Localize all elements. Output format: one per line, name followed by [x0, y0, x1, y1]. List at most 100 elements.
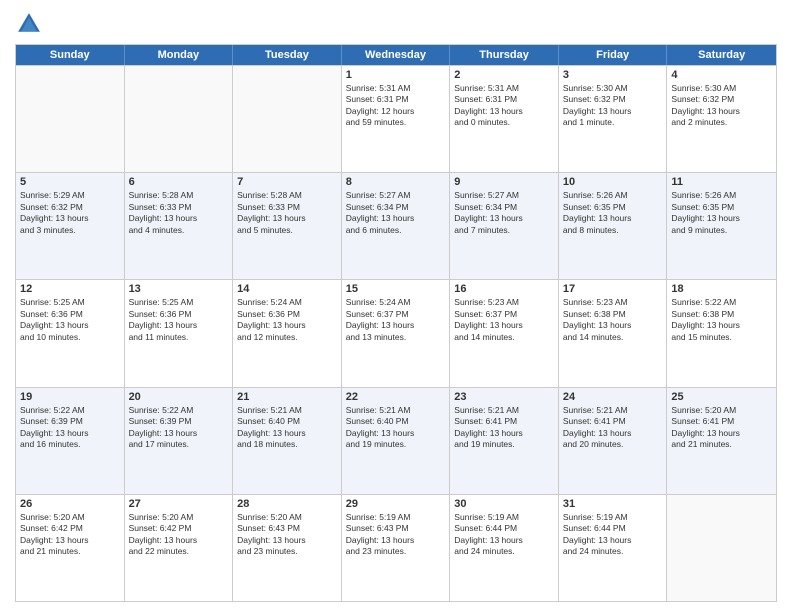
calendar-cell: 26Sunrise: 5:20 AM Sunset: 6:42 PM Dayli…: [16, 495, 125, 601]
day-number: 11: [671, 176, 772, 188]
calendar-cell: 20 Sunrise: 5:22 AM Sunset: 6:39 PM Dayli…: [125, 388, 234, 494]
day-info: Sunrise: 5:25 AM Sunset: 6:36 PM Dayligh…: [129, 297, 229, 343]
day-info: Sunrise: 5:28 AM Sunset: 6:33 PM Dayligh…: [237, 190, 337, 236]
day-info: Sunrise: 5:21 AM Sunset: 6:41 PM Dayligh…: [454, 405, 554, 451]
day-number: 15: [346, 283, 446, 295]
calendar-cell: [233, 66, 342, 172]
day-number: 27: [129, 498, 229, 510]
day-info: Sunrise: 5:27 AM Sunset: 6:34 PM Dayligh…: [454, 190, 554, 236]
day-info: Sunrise: 5:30 AM Sunset: 6:32 PM Dayligh…: [671, 83, 772, 129]
day-info: Sunrise: 5:23 AM Sunset: 6:37 PM Dayligh…: [454, 297, 554, 343]
day-info: Sunrise: 5:20 AM Sunset: 6:41 PM Dayligh…: [671, 405, 772, 451]
day-info: Sunrise: 5:23 AM Sunset: 6:38 PM Dayligh…: [563, 297, 663, 343]
day-info: Sunrise: 5:21 AM Sunset: 6:40 PM Dayligh…: [346, 405, 446, 451]
day-number: 19: [20, 391, 120, 403]
calendar-cell: 16 Sunrise: 5:23 AM Sunset: 6:37 PM Dayli…: [450, 280, 559, 386]
day-info: Sunrise: 5:26 AM Sunset: 6:35 PM Dayligh…: [563, 190, 663, 236]
day-info: Sunrise: 5:30 AM Sunset: 6:32 PM Dayligh…: [563, 83, 663, 129]
day-info: Sunrise: 5:29 AM Sunset: 6:32 PM Dayligh…: [20, 190, 120, 236]
day-number: 9: [454, 176, 554, 188]
calendar-cell: 12 Sunrise: 5:25 AM Sunset: 6:36 PM Dayli…: [16, 280, 125, 386]
calendar-cell: 3 Sunrise: 5:30 AM Sunset: 6:32 PM Daylig…: [559, 66, 668, 172]
logo-icon: [15, 10, 43, 38]
calendar-row: 26Sunrise: 5:20 AM Sunset: 6:42 PM Dayli…: [16, 494, 776, 601]
calendar-cell: 7 Sunrise: 5:28 AM Sunset: 6:33 PM Daylig…: [233, 173, 342, 279]
calendar-cell: 22 Sunrise: 5:21 AM Sunset: 6:40 PM Dayli…: [342, 388, 451, 494]
calendar: SundayMondayTuesdayWednesdayThursdayFrid…: [15, 44, 777, 602]
calendar-cell: 2Sunrise: 5:31 AM Sunset: 6:31 PM Daylig…: [450, 66, 559, 172]
calendar-cell: 11 Sunrise: 5:26 AM Sunset: 6:35 PM Dayli…: [667, 173, 776, 279]
day-number: 1: [346, 69, 446, 81]
calendar-cell: 29 Sunrise: 5:19 AM Sunset: 6:43 PM Dayli…: [342, 495, 451, 601]
calendar-row: 12 Sunrise: 5:25 AM Sunset: 6:36 PM Dayli…: [16, 279, 776, 386]
calendar-cell: 27 Sunrise: 5:20 AM Sunset: 6:42 PM Dayli…: [125, 495, 234, 601]
calendar-cell: 21Sunrise: 5:21 AM Sunset: 6:40 PM Dayli…: [233, 388, 342, 494]
weekday-header: Thursday: [450, 45, 559, 65]
day-info: Sunrise: 5:24 AM Sunset: 6:37 PM Dayligh…: [346, 297, 446, 343]
calendar-cell: 5 Sunrise: 5:29 AM Sunset: 6:32 PM Daylig…: [16, 173, 125, 279]
calendar-cell: 31 Sunrise: 5:19 AM Sunset: 6:44 PM Dayli…: [559, 495, 668, 601]
day-info: Sunrise: 5:19 AM Sunset: 6:44 PM Dayligh…: [563, 512, 663, 558]
calendar-row: 19 Sunrise: 5:22 AM Sunset: 6:39 PM Dayli…: [16, 387, 776, 494]
day-info: Sunrise: 5:26 AM Sunset: 6:35 PM Dayligh…: [671, 190, 772, 236]
day-number: 22: [346, 391, 446, 403]
day-info: Sunrise: 5:20 AM Sunset: 6:42 PM Dayligh…: [20, 512, 120, 558]
calendar-cell: 24Sunrise: 5:21 AM Sunset: 6:41 PM Dayli…: [559, 388, 668, 494]
weekday-header: Saturday: [667, 45, 776, 65]
calendar-cell: 9 Sunrise: 5:27 AM Sunset: 6:34 PM Daylig…: [450, 173, 559, 279]
day-info: Sunrise: 5:31 AM Sunset: 6:31 PM Dayligh…: [454, 83, 554, 129]
weekday-header: Friday: [559, 45, 668, 65]
weekday-header: Sunday: [16, 45, 125, 65]
day-number: 14: [237, 283, 337, 295]
day-info: Sunrise: 5:25 AM Sunset: 6:36 PM Dayligh…: [20, 297, 120, 343]
calendar-cell: 19 Sunrise: 5:22 AM Sunset: 6:39 PM Dayli…: [16, 388, 125, 494]
day-number: 31: [563, 498, 663, 510]
page: SundayMondayTuesdayWednesdayThursdayFrid…: [0, 0, 792, 612]
day-number: 13: [129, 283, 229, 295]
calendar-cell: [16, 66, 125, 172]
calendar-cell: [667, 495, 776, 601]
day-number: 18: [671, 283, 772, 295]
day-number: 5: [20, 176, 120, 188]
calendar-cell: 15 Sunrise: 5:24 AM Sunset: 6:37 PM Dayli…: [342, 280, 451, 386]
weekday-header: Monday: [125, 45, 234, 65]
day-info: Sunrise: 5:21 AM Sunset: 6:40 PM Dayligh…: [237, 405, 337, 451]
calendar-cell: 25 Sunrise: 5:20 AM Sunset: 6:41 PM Dayli…: [667, 388, 776, 494]
day-number: 12: [20, 283, 120, 295]
calendar-cell: 18Sunrise: 5:22 AM Sunset: 6:38 PM Dayli…: [667, 280, 776, 386]
day-number: 7: [237, 176, 337, 188]
day-number: 16: [454, 283, 554, 295]
day-info: Sunrise: 5:20 AM Sunset: 6:42 PM Dayligh…: [129, 512, 229, 558]
day-number: 8: [346, 176, 446, 188]
day-info: Sunrise: 5:21 AM Sunset: 6:41 PM Dayligh…: [563, 405, 663, 451]
day-number: 30: [454, 498, 554, 510]
day-info: Sunrise: 5:22 AM Sunset: 6:39 PM Dayligh…: [129, 405, 229, 451]
calendar-cell: 23 Sunrise: 5:21 AM Sunset: 6:41 PM Dayli…: [450, 388, 559, 494]
day-number: 28: [237, 498, 337, 510]
day-number: 4: [671, 69, 772, 81]
day-number: 20: [129, 391, 229, 403]
day-info: Sunrise: 5:19 AM Sunset: 6:43 PM Dayligh…: [346, 512, 446, 558]
day-number: 6: [129, 176, 229, 188]
calendar-cell: 17 Sunrise: 5:23 AM Sunset: 6:38 PM Dayli…: [559, 280, 668, 386]
calendar-body: 1 Sunrise: 5:31 AM Sunset: 6:31 PM Daylig…: [16, 65, 776, 601]
calendar-header: SundayMondayTuesdayWednesdayThursdayFrid…: [16, 45, 776, 65]
day-number: 23: [454, 391, 554, 403]
weekday-header: Tuesday: [233, 45, 342, 65]
calendar-cell: 10 Sunrise: 5:26 AM Sunset: 6:35 PM Dayli…: [559, 173, 668, 279]
day-number: 25: [671, 391, 772, 403]
calendar-cell: 1 Sunrise: 5:31 AM Sunset: 6:31 PM Daylig…: [342, 66, 451, 172]
day-number: 3: [563, 69, 663, 81]
day-info: Sunrise: 5:31 AM Sunset: 6:31 PM Dayligh…: [346, 83, 446, 129]
day-number: 17: [563, 283, 663, 295]
day-info: Sunrise: 5:22 AM Sunset: 6:39 PM Dayligh…: [20, 405, 120, 451]
calendar-cell: [125, 66, 234, 172]
calendar-cell: 30 Sunrise: 5:19 AM Sunset: 6:44 PM Dayli…: [450, 495, 559, 601]
day-info: Sunrise: 5:27 AM Sunset: 6:34 PM Dayligh…: [346, 190, 446, 236]
day-number: 10: [563, 176, 663, 188]
calendar-row: 1 Sunrise: 5:31 AM Sunset: 6:31 PM Daylig…: [16, 65, 776, 172]
logo: [15, 10, 47, 38]
day-number: 29: [346, 498, 446, 510]
day-info: Sunrise: 5:19 AM Sunset: 6:44 PM Dayligh…: [454, 512, 554, 558]
calendar-row: 5 Sunrise: 5:29 AM Sunset: 6:32 PM Daylig…: [16, 172, 776, 279]
